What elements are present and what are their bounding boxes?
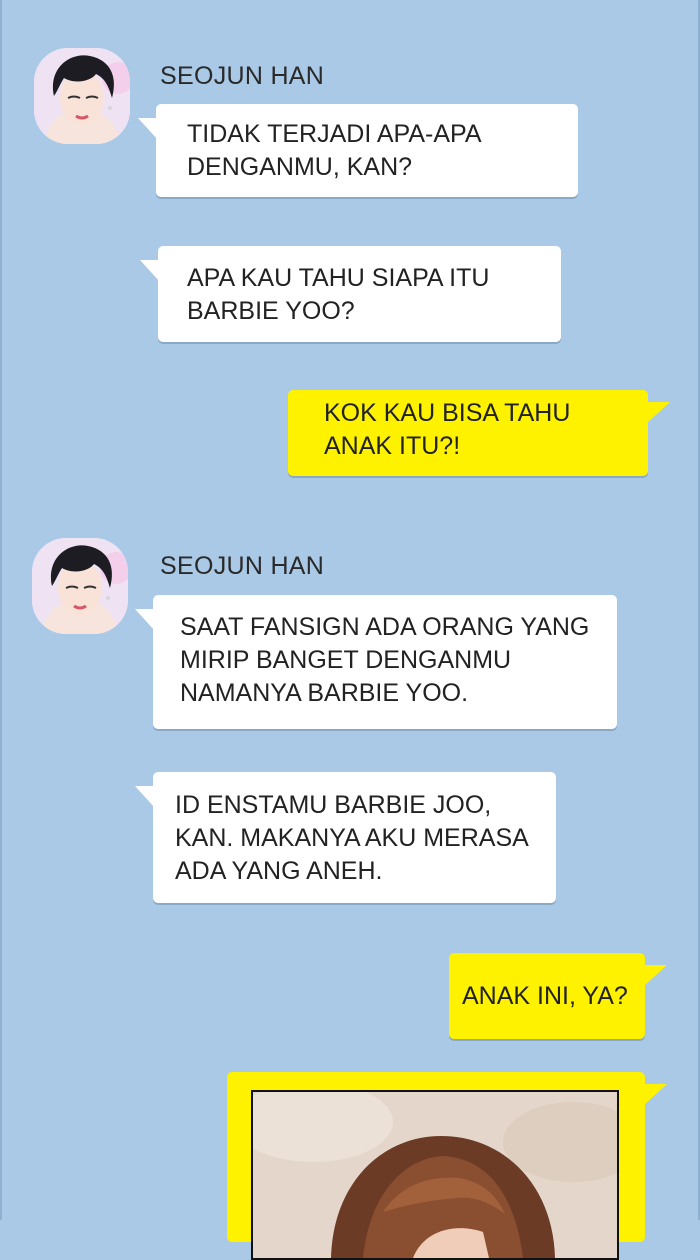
photo-portrait-icon bbox=[253, 1092, 617, 1258]
bubble-tail bbox=[646, 402, 670, 424]
bubble-tail bbox=[135, 786, 155, 808]
bubble-tail bbox=[140, 260, 160, 282]
outgoing-message-bubble[interactable]: KOK KAU BISA TAHU ANAK ITU?! bbox=[288, 390, 670, 476]
photo-attachment[interactable] bbox=[251, 1090, 619, 1260]
bubble-tail bbox=[138, 118, 158, 140]
message-text: APA KAU TAHU SIAPA ITU BARBIE YOO? bbox=[187, 264, 490, 325]
avatar-portrait-icon bbox=[32, 538, 128, 634]
contact-avatar[interactable] bbox=[32, 538, 128, 634]
outgoing-photo-message[interactable] bbox=[227, 1072, 667, 1260]
message-text: TIDAK TERJADI APA-APA DENGANMU, KAN? bbox=[187, 120, 482, 181]
bubble-tail bbox=[135, 609, 155, 631]
incoming-message-bubble[interactable]: SAAT FANSIGN ADA ORANG YANG MIRIP BANGET… bbox=[135, 595, 617, 729]
sender-name: SEOJUN HAN bbox=[160, 552, 325, 580]
incoming-message-bubble[interactable]: APA KAU TAHU SIAPA ITU BARBIE YOO? bbox=[140, 246, 561, 342]
incoming-message-bubble[interactable]: TIDAK TERJADI APA-APA DENGANMU, KAN? bbox=[138, 104, 578, 197]
message-text: KOK KAU BISA TAHU ANAK ITU?! bbox=[324, 399, 571, 460]
photo-image bbox=[253, 1092, 617, 1258]
bubble-tail bbox=[643, 1084, 667, 1106]
message-text: ID ENSTAMU BARBIE JOO, KAN. MAKANYA AKU … bbox=[175, 791, 529, 885]
outgoing-message-bubble[interactable]: ANAK INI, YA? bbox=[449, 953, 667, 1039]
message-text: ANAK INI, YA? bbox=[462, 982, 628, 1010]
bubble-tail bbox=[643, 965, 667, 987]
contact-avatar[interactable] bbox=[34, 48, 130, 144]
incoming-message-bubble[interactable]: ID ENSTAMU BARBIE JOO, KAN. MAKANYA AKU … bbox=[135, 772, 556, 903]
message-text: SAAT FANSIGN ADA ORANG YANG MIRIP BANGET… bbox=[180, 613, 590, 707]
frame-edge-left bbox=[0, 0, 2, 1220]
avatar-portrait-icon bbox=[34, 48, 130, 144]
sender-name: SEOJUN HAN bbox=[160, 62, 325, 90]
